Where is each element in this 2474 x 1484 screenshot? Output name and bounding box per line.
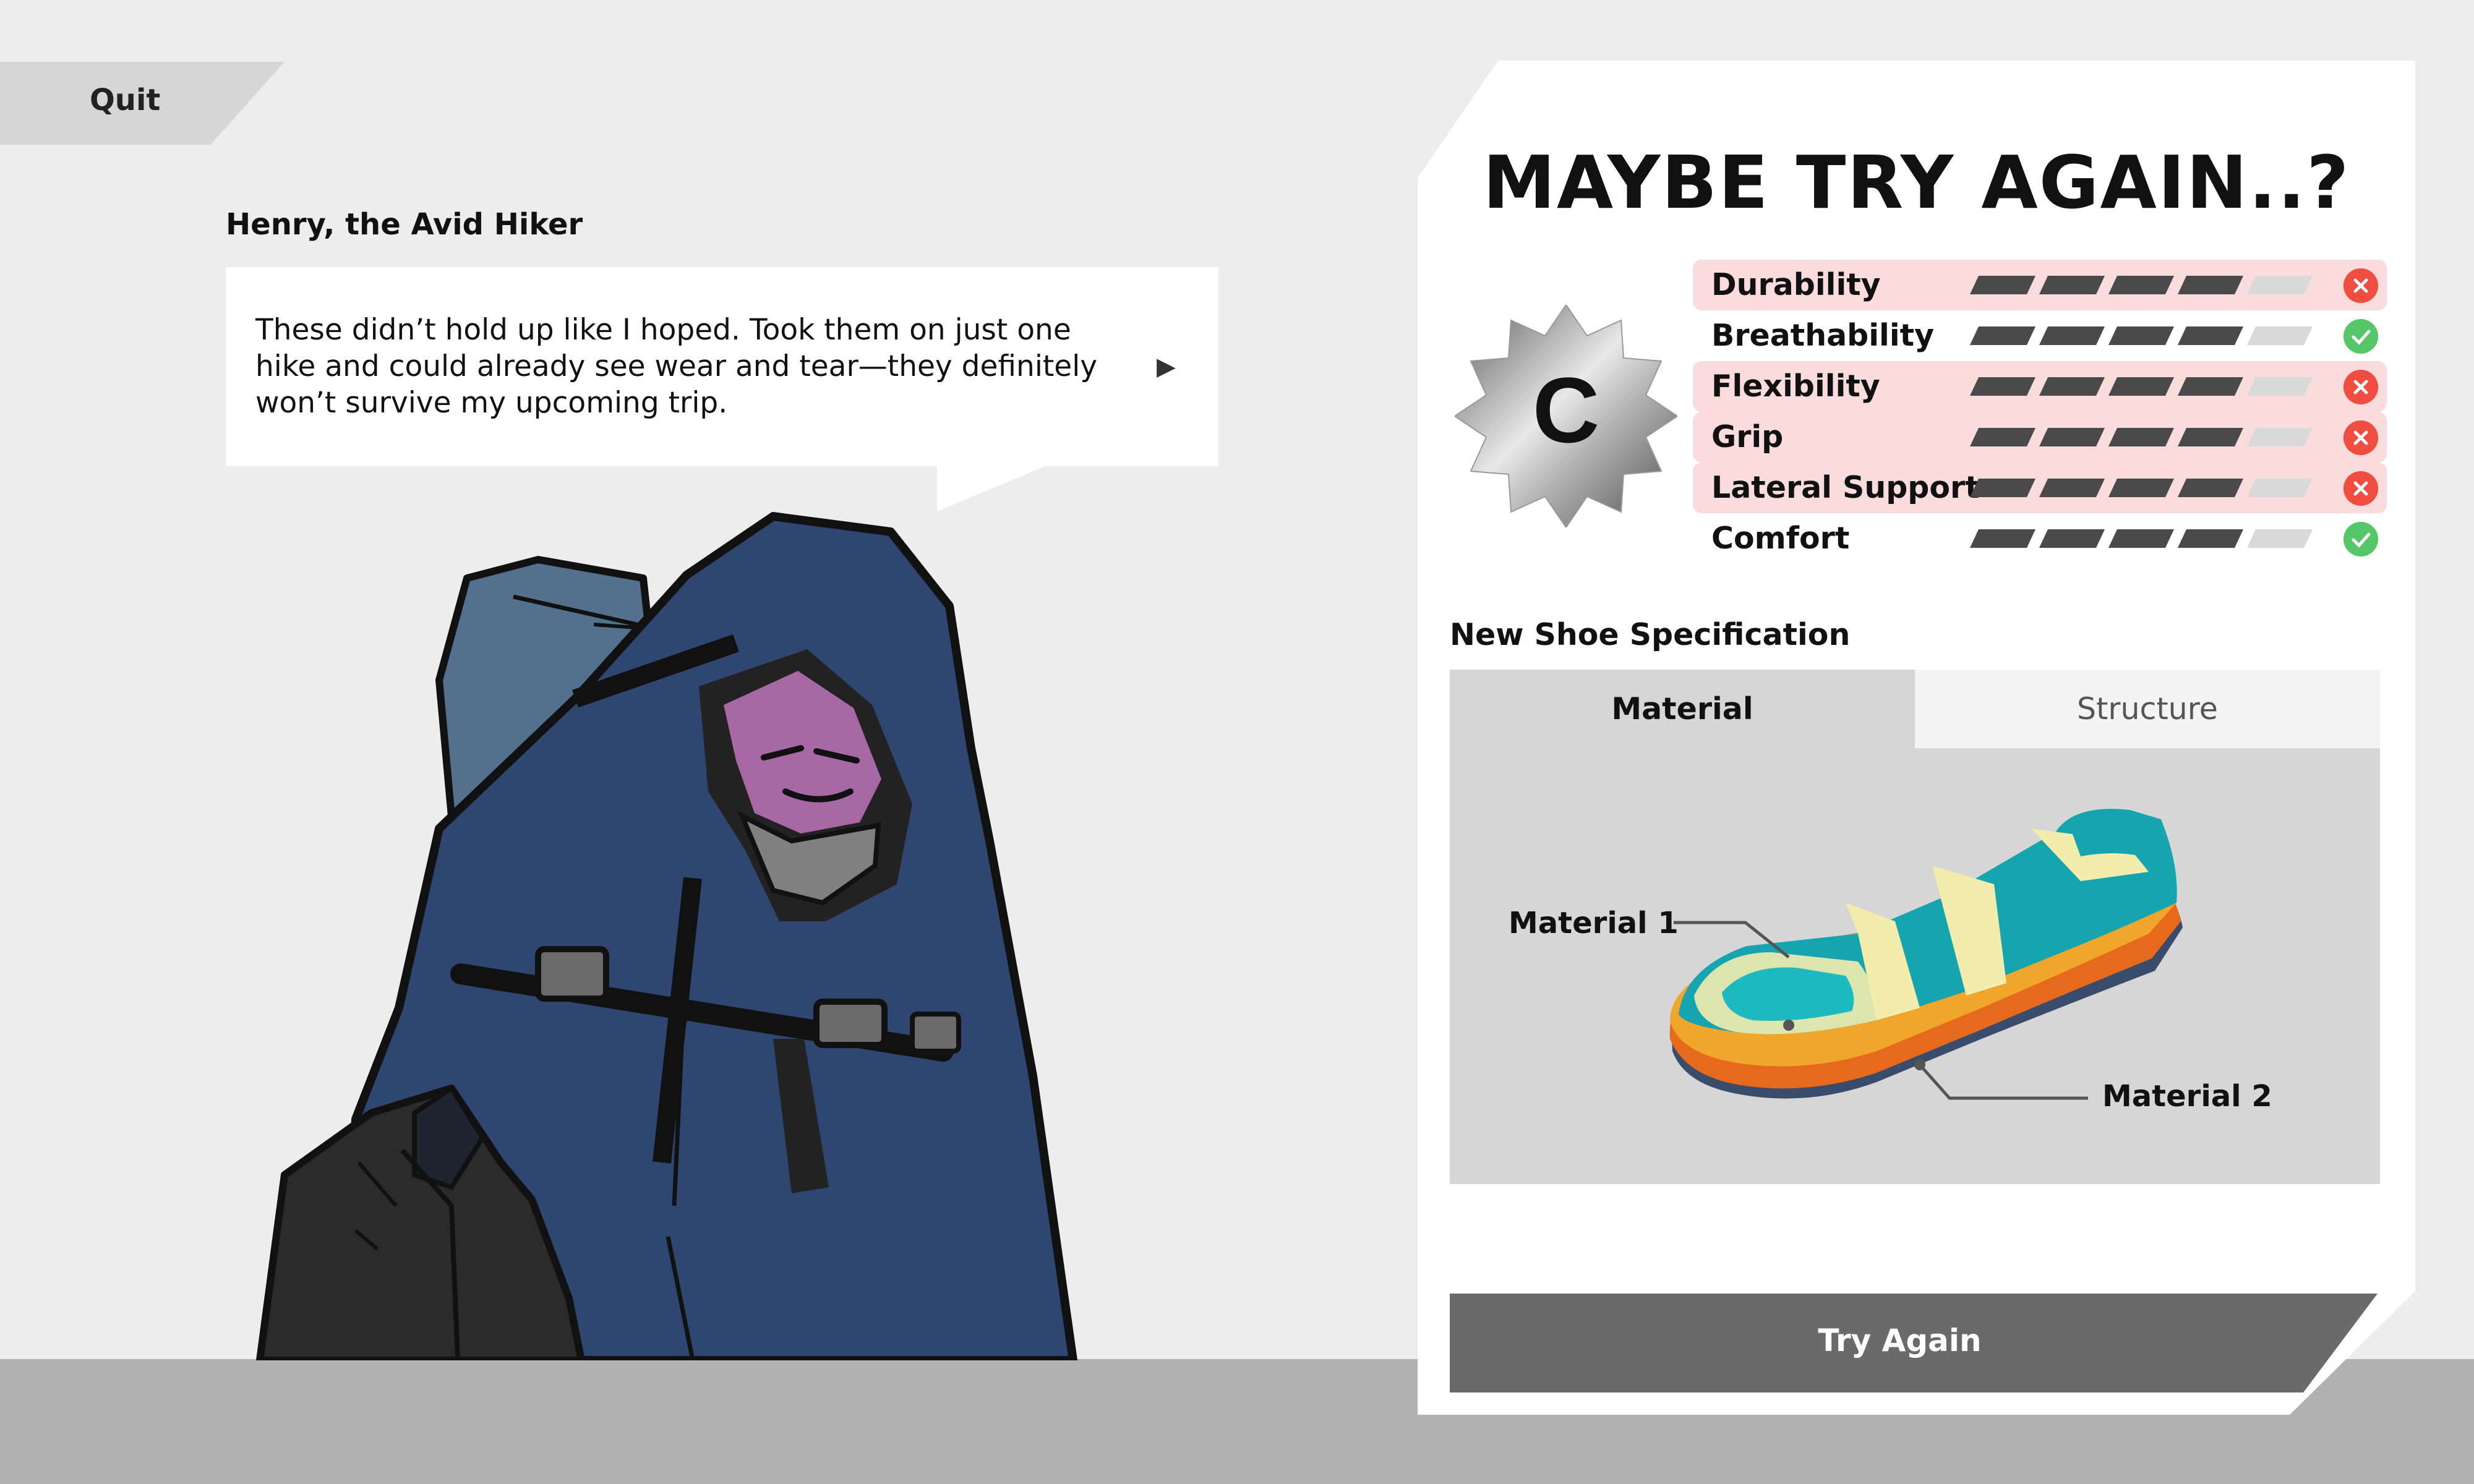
stat-label: Breathability — [1711, 318, 1935, 353]
result-panel: MAYBE TRY AGAIN..? C Durability Breathab… — [1418, 61, 2415, 1415]
stat-bar-segment-filled — [2108, 377, 2174, 396]
stat-bar-segment-filled — [2039, 377, 2105, 396]
stat-bar-segment-empty — [2247, 276, 2313, 294]
stat-bar — [1970, 529, 2313, 548]
stat-bar-segment-filled — [2039, 479, 2105, 497]
stat-bar-segment-filled — [1970, 479, 2035, 497]
stat-bar — [1970, 326, 2313, 345]
tab-structure[interactable]: Structure — [1915, 670, 2380, 748]
stat-bar-segment-filled — [2108, 326, 2174, 345]
stat-bar-segment-empty — [2247, 326, 2313, 345]
stat-row-lateral-support: Lateral Support — [1693, 463, 2387, 513]
stat-bar-segment-filled — [1970, 529, 2035, 548]
stat-bar-segment-filled — [1970, 276, 2035, 294]
speaker-name: Henry, the Avid Hiker — [226, 207, 583, 242]
stat-bar — [1970, 428, 2313, 446]
stat-bar-segment-empty — [2247, 529, 2313, 548]
stat-row-comfort: Comfort — [1693, 513, 2387, 564]
stat-bar — [1970, 479, 2313, 497]
stat-bar-segment-filled — [2178, 428, 2243, 446]
fail-x-icon — [2343, 268, 2378, 303]
stat-label: Flexibility — [1711, 369, 1880, 404]
pass-check-icon — [2343, 522, 2378, 556]
stat-bar-segment-filled — [1970, 326, 2035, 345]
pass-check-icon — [2343, 319, 2378, 354]
grade-letter: C — [1533, 358, 1599, 462]
stat-row-flexibility: Flexibility — [1693, 361, 2387, 412]
try-again-button[interactable]: Try Again — [1450, 1294, 2378, 1392]
stat-bar — [1970, 276, 2313, 294]
stat-bar-segment-filled — [1970, 377, 2035, 396]
spec-title: New Shoe Specification — [1450, 617, 1851, 652]
stat-label: Comfort — [1711, 521, 1850, 556]
tab-material[interactable]: Material — [1450, 670, 1915, 748]
stat-bar-segment-filled — [2039, 428, 2105, 446]
stat-row-breathability: Breathability — [1693, 310, 2387, 361]
stat-bar-segment-empty — [2247, 428, 2313, 446]
stat-row-grip: Grip — [1693, 412, 2387, 463]
stat-label: Durability — [1711, 267, 1881, 302]
shoe-preview: Material 1 Material 2 — [1450, 748, 2380, 1184]
material-1-label[interactable]: Material 1 — [1509, 906, 1679, 940]
quit-label: Quit — [90, 83, 161, 117]
hiker-character-illustration — [256, 512, 1077, 1360]
stat-bar-segment-filled — [2039, 529, 2105, 548]
stat-label: Grip — [1711, 419, 1784, 454]
speech-bubble: These didn’t hold up like I hoped. Took … — [226, 267, 1218, 466]
stat-bar-segment-filled — [2108, 529, 2174, 548]
stat-bar-segment-filled — [2108, 479, 2174, 497]
stat-bar-segment-filled — [2108, 428, 2174, 446]
stat-bar-segment-filled — [2108, 276, 2174, 294]
stat-bar-segment-empty — [2247, 479, 2313, 497]
stat-bar-segment-filled — [1970, 428, 2035, 446]
stat-row-durability: Durability — [1693, 260, 2387, 310]
stat-bar-segment-filled — [2178, 276, 2243, 294]
material-2-label[interactable]: Material 2 — [2102, 1079, 2272, 1114]
quit-button[interactable]: Quit — [0, 62, 285, 145]
stat-bar-segment-filled — [2178, 479, 2243, 497]
stat-bar-segment-filled — [2178, 377, 2243, 396]
fail-x-icon — [2343, 370, 2378, 404]
fail-x-icon — [2343, 420, 2378, 455]
stat-bar-segment-empty — [2247, 377, 2313, 396]
try-again-label: Try Again — [1818, 1323, 1982, 1358]
result-headline: MAYBE TRY AGAIN..? — [1483, 140, 2350, 225]
stat-bar-segment-filled — [2178, 529, 2243, 548]
grade-badge: C — [1455, 305, 1677, 527]
stat-bar — [1970, 377, 2313, 396]
stat-bar-segment-filled — [2039, 276, 2105, 294]
stats-list: Durability Breathability Flexibility Gri… — [1693, 260, 2387, 564]
stat-bar-segment-filled — [2178, 326, 2243, 345]
stat-label: Lateral Support — [1711, 470, 1980, 505]
fail-x-icon — [2343, 471, 2378, 506]
stat-bar-segment-filled — [2039, 326, 2105, 345]
shoe-illustration[interactable] — [1450, 748, 2380, 1184]
dialogue-text: These didn’t hold up like I hoped. Took … — [255, 313, 1098, 420]
next-dialogue-icon[interactable]: ▶ — [1157, 352, 1176, 381]
